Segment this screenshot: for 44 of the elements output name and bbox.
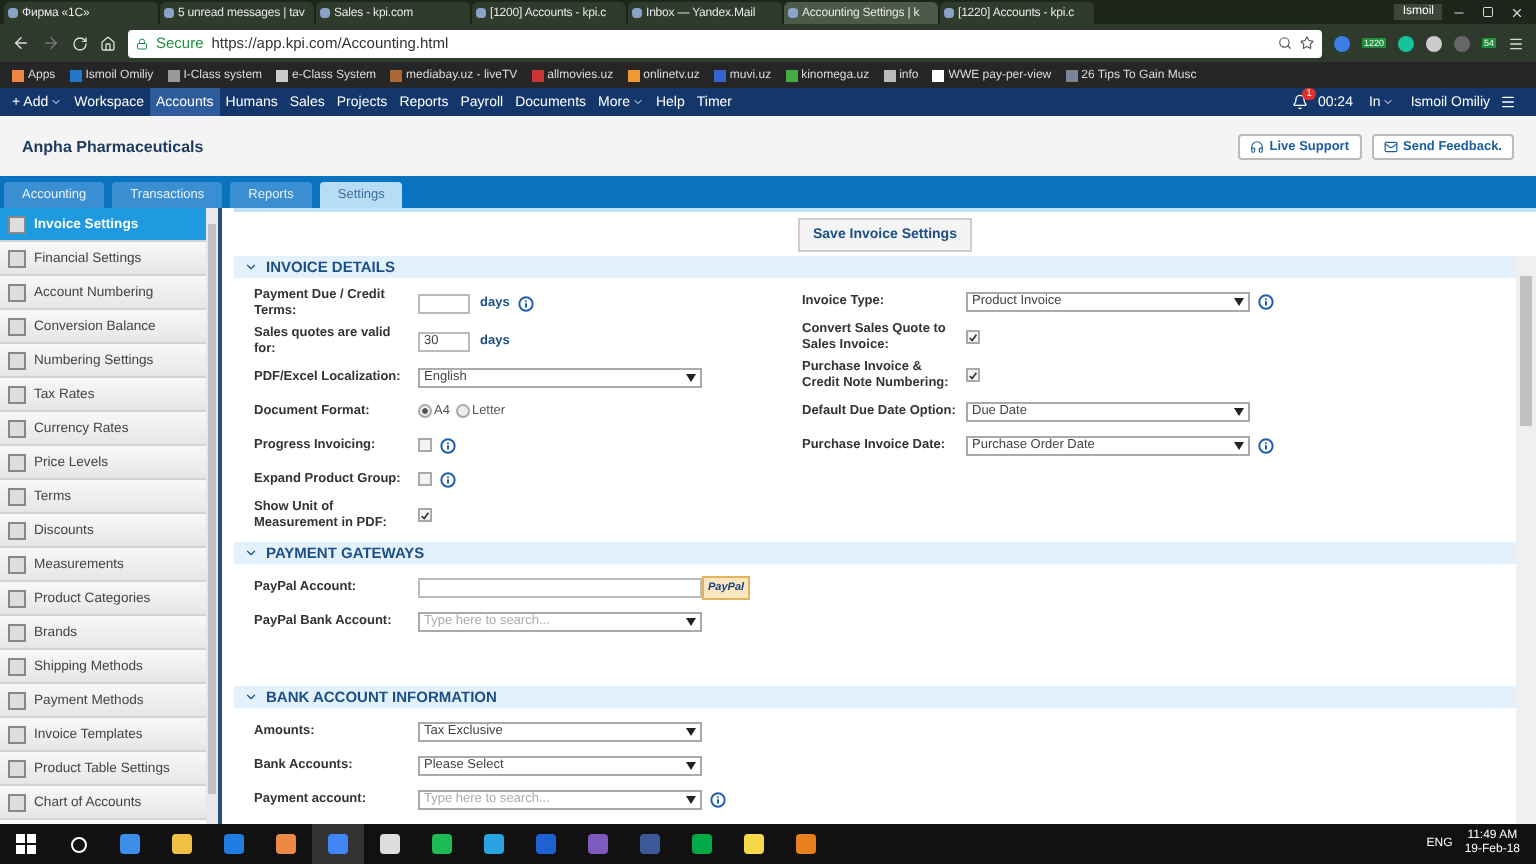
- caret-icon: [1234, 441, 1244, 449]
- home-icon[interactable]: [100, 35, 116, 51]
- company-name: Anpha Pharmaceuticals: [22, 137, 204, 155]
- caret-icon: [631, 96, 644, 108]
- checkbox[interactable]: [966, 330, 980, 344]
- info-icon: [440, 437, 456, 453]
- chevron-icon: [244, 690, 258, 704]
- scrollbar[interactable]: [206, 208, 218, 824]
- caret-icon: [1234, 297, 1244, 305]
- caret-icon: [686, 761, 696, 769]
- checkbox[interactable]: [966, 368, 980, 382]
- caret-icon: [50, 96, 63, 108]
- input-field[interactable]: [418, 293, 470, 313]
- info-icon: [1258, 293, 1274, 309]
- close-icon[interactable]: [1510, 5, 1524, 19]
- info-icon: [710, 791, 726, 807]
- checkbox[interactable]: [418, 472, 432, 486]
- chevron-icon: [244, 260, 258, 274]
- scrollbar[interactable]: [1516, 256, 1536, 824]
- reload-icon[interactable]: [72, 35, 88, 51]
- forward-icon[interactable]: [42, 34, 60, 52]
- maximize-icon[interactable]: [1482, 5, 1494, 17]
- info-icon: [440, 471, 456, 487]
- bell-icon[interactable]: [1291, 94, 1308, 110]
- lock-icon: [136, 37, 148, 49]
- menu-icon[interactable]: [1508, 35, 1524, 51]
- caret-icon: [1234, 407, 1244, 415]
- star-icon[interactable]: [1299, 36, 1314, 50]
- input-field[interactable]: [418, 577, 702, 597]
- info-icon: [1258, 437, 1274, 453]
- zoom-icon: [1277, 36, 1292, 50]
- caret-icon: [686, 795, 696, 803]
- caret-icon: [686, 617, 696, 625]
- caret-icon: [1382, 96, 1395, 108]
- caret-icon: [686, 373, 696, 381]
- headset-icon: [1249, 139, 1264, 153]
- checkbox[interactable]: [418, 508, 432, 522]
- envelope-icon: [1383, 139, 1397, 153]
- info-icon: [517, 295, 534, 311]
- checkbox[interactable]: [418, 438, 432, 452]
- back-icon[interactable]: [12, 34, 30, 52]
- caret-icon: [686, 727, 696, 735]
- menu-icon[interactable]: [1500, 94, 1516, 110]
- chevron-icon: [244, 546, 258, 560]
